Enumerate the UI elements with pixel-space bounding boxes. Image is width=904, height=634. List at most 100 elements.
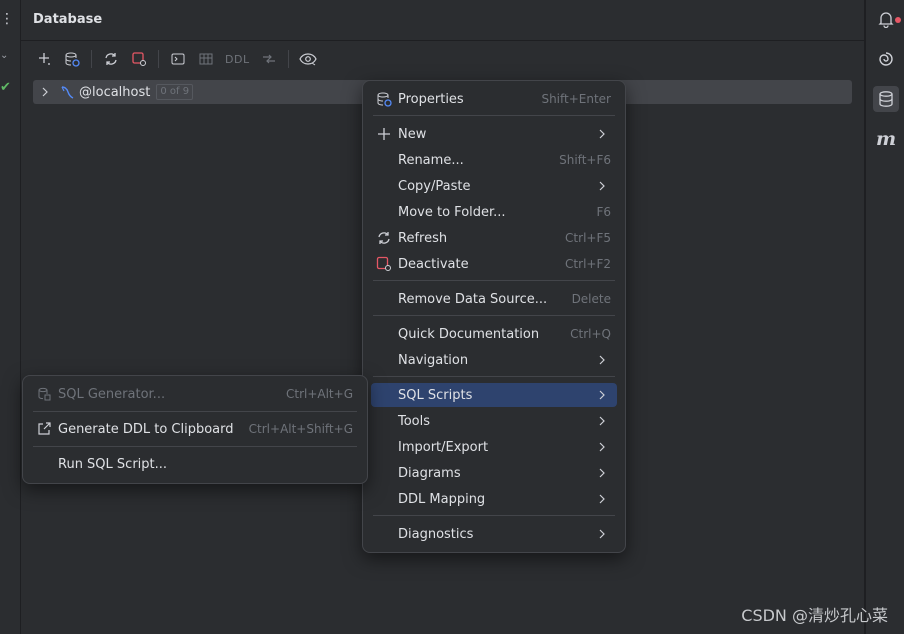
shortcut-label: F6: [596, 205, 611, 219]
menu-item-label: Move to Folder...: [398, 204, 506, 220]
menu-item-label: Diagnostics: [398, 526, 474, 542]
export-icon: [36, 421, 52, 437]
right-tool-strip: m: [865, 0, 904, 634]
panel-title: Database: [33, 12, 103, 27]
menu-item-sql-generator: SQL Generator... Ctrl+Alt+G: [31, 382, 359, 406]
menu-item-run-sql-script[interactable]: Run SQL Script...: [31, 452, 359, 476]
menu-item-label: Tools: [398, 413, 431, 429]
shortcut-label: Ctrl+Alt+Shift+G: [248, 422, 353, 436]
chevron-right-icon: [599, 355, 607, 365]
chevron-right-icon: [599, 468, 607, 478]
database-icon[interactable]: [873, 86, 899, 112]
menu-item-copy-paste[interactable]: Copy/Paste: [371, 174, 617, 198]
menu-item-label: SQL Scripts: [398, 387, 473, 403]
maven-icon[interactable]: m: [873, 126, 899, 152]
divider: [287, 50, 289, 68]
divider: [373, 315, 615, 316]
divider: [91, 50, 92, 68]
chevron-right-icon: [599, 494, 607, 504]
divider: [373, 515, 615, 516]
left-tool-strip: ⋮ ⌄ ✔: [0, 0, 21, 634]
shortcut-label: Ctrl+F5: [565, 231, 611, 245]
chevron-right-icon: [599, 390, 607, 400]
notification-badge: [895, 17, 901, 23]
chevron-right-icon: [599, 442, 607, 452]
shortcut-label: Ctrl+Alt+G: [285, 387, 353, 401]
menu-item-properties[interactable]: Properties Shift+Enter: [371, 87, 617, 111]
menu-item-rename[interactable]: Rename... Shift+F6: [371, 148, 617, 172]
chevron-right-icon[interactable]: [39, 86, 51, 98]
sql-scripts-submenu: SQL Generator... Ctrl+Alt+G Generate DDL…: [22, 375, 368, 484]
menu-item-generate-ddl[interactable]: Generate DDL to Clipboard Ctrl+Alt+Shift…: [31, 417, 359, 441]
database-toolbar: DDL: [33, 48, 319, 70]
tree-node-label: @localhost: [79, 84, 151, 100]
menu-item-label: Diagrams: [398, 465, 461, 481]
menu-item-label: Deactivate: [398, 256, 469, 272]
menu-item-label: Navigation: [398, 352, 469, 368]
menu-item-ddl-mapping[interactable]: DDL Mapping: [371, 487, 617, 511]
divider: [373, 376, 615, 377]
schema-count-badge: 0 of 9: [156, 84, 194, 100]
chevron-right-icon: [599, 416, 607, 426]
menu-item-label: New: [398, 126, 427, 142]
chevron-right-icon: [599, 181, 607, 191]
watermark: CSDN @清炒孔心菜: [741, 606, 888, 625]
shortcut-label: Ctrl+F2: [565, 257, 611, 271]
divider: [21, 40, 864, 41]
check-icon: ✔: [0, 80, 11, 95]
menu-item-label: Quick Documentation: [398, 326, 540, 342]
menu-item-refresh[interactable]: Refresh Ctrl+F5: [371, 226, 617, 250]
refresh-icon[interactable]: [100, 48, 122, 70]
data-source-properties-icon[interactable]: [61, 48, 83, 70]
ddl-button: DDL: [225, 52, 250, 66]
menu-item-new[interactable]: New: [371, 122, 617, 146]
menu-item-label: DDL Mapping: [398, 491, 486, 507]
chevron-right-icon: [599, 529, 607, 539]
chevron-right-icon: [599, 129, 607, 139]
divider: [33, 411, 357, 412]
table-icon: [195, 48, 217, 70]
deactivate-icon: [376, 256, 392, 272]
notifications-icon[interactable]: [873, 6, 901, 32]
menu-item-label: Rename...: [398, 152, 464, 168]
console-icon[interactable]: [167, 48, 189, 70]
menu-item-quick-documentation[interactable]: Quick Documentation Ctrl+Q: [371, 322, 617, 346]
divider: [373, 280, 615, 281]
eye-icon[interactable]: [297, 48, 319, 70]
menu-item-diagnostics[interactable]: Diagnostics: [371, 522, 617, 546]
ai-assistant-icon[interactable]: [873, 46, 899, 72]
menu-item-label: Properties: [398, 91, 464, 107]
menu-item-remove-data-source[interactable]: Remove Data Source... Delete: [371, 287, 617, 311]
sql-generator-icon: [36, 386, 52, 402]
menu-item-import-export[interactable]: Import/Export: [371, 435, 617, 459]
shortcut-label: Delete: [571, 292, 611, 306]
menu-item-label: Run SQL Script...: [58, 456, 168, 472]
menu-item-label: Refresh: [398, 230, 448, 246]
chevron-down-icon[interactable]: ⌄: [0, 50, 8, 61]
menu-item-label: Import/Export: [398, 439, 489, 455]
menu-item-navigation[interactable]: Navigation: [371, 348, 617, 372]
shortcut-label: Ctrl+Q: [570, 327, 611, 341]
deactivate-icon[interactable]: [128, 48, 150, 70]
compare-icon: [258, 48, 280, 70]
divider: [158, 50, 159, 68]
menu-item-deactivate[interactable]: Deactivate Ctrl+F2: [371, 252, 617, 276]
properties-icon: [376, 91, 392, 107]
add-icon[interactable]: [33, 48, 55, 70]
divider: [33, 446, 357, 447]
more-icon[interactable]: ⋮: [0, 10, 14, 28]
menu-item-diagrams[interactable]: Diagrams: [371, 461, 617, 485]
refresh-icon: [376, 230, 392, 246]
menu-item-label: Remove Data Source...: [398, 291, 548, 307]
divider: [373, 115, 615, 116]
menu-item-sql-scripts[interactable]: SQL Scripts: [371, 383, 617, 407]
menu-item-label: Copy/Paste: [398, 178, 471, 194]
mysql-icon: [59, 84, 75, 100]
menu-item-move-to-folder[interactable]: Move to Folder... F6: [371, 200, 617, 224]
context-menu: Properties Shift+Enter New Rename... Shi…: [362, 80, 626, 553]
menu-item-label: SQL Generator...: [58, 386, 166, 402]
shortcut-label: Shift+Enter: [541, 92, 611, 106]
menu-item-tools[interactable]: Tools: [371, 409, 617, 433]
shortcut-label: Shift+F6: [559, 153, 611, 167]
menu-item-label: Generate DDL to Clipboard: [58, 421, 234, 437]
